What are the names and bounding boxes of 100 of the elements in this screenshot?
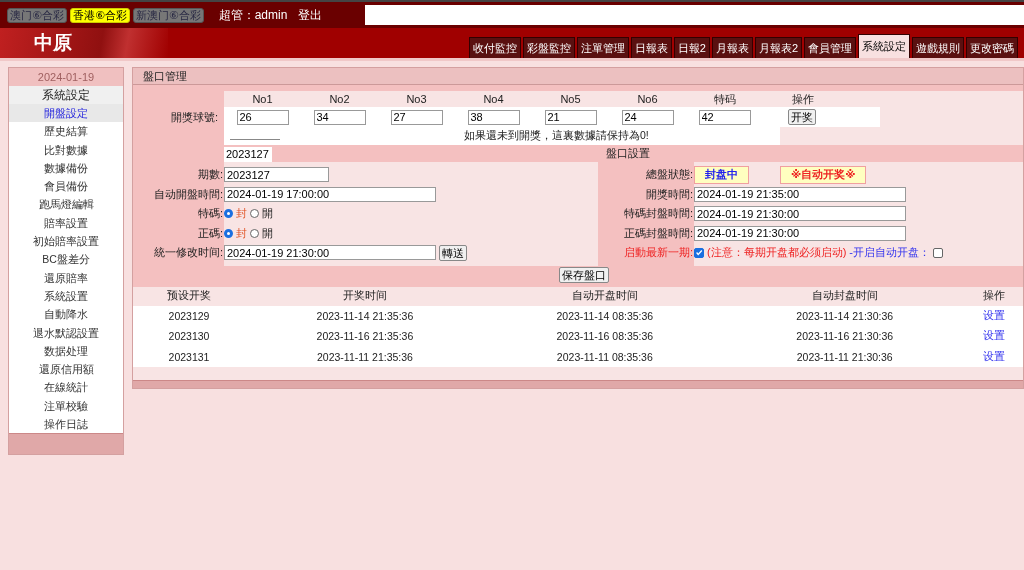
field-label: 自动開盤時間: <box>152 186 224 202</box>
sidebar-item[interactable]: 跑馬燈編輯 <box>9 195 123 214</box>
ball-number-field[interactable]: 24 <box>621 109 674 125</box>
text-field[interactable]: 2024-01-19 21:35:00 <box>694 186 906 202</box>
user-label: 超管：admin <box>218 6 288 24</box>
sidebar-item[interactable]: 自動降水 <box>9 305 123 324</box>
column-header: No1 <box>251 93 274 105</box>
nav-tab[interactable]: 彩盤監控 <box>522 37 575 58</box>
table-cell: 2023-11-14 21:35:36 <box>245 305 485 326</box>
sidebar-item[interactable]: 歷史結算 <box>9 122 123 141</box>
radio-label: 開 <box>262 225 273 241</box>
field-label: 期數: <box>196 167 224 183</box>
ball-number-field[interactable]: 26 <box>236 109 289 125</box>
section-title: 盤口設置 <box>604 147 651 161</box>
nav-tab[interactable]: 更改密碼 <box>966 37 1018 58</box>
column-header: 操作 <box>791 91 815 107</box>
ball-number-field[interactable]: 21 <box>544 109 597 125</box>
field-label: 特碼封盤時間: <box>622 206 694 222</box>
text-field[interactable]: 2024-01-19 21:30:00 <box>694 206 906 222</box>
sidebar-item[interactable]: 注單校驗 <box>9 396 123 416</box>
sidebar-item[interactable]: 還原賠率 <box>9 268 123 287</box>
table-cell: 2023131 <box>133 346 245 367</box>
sidebar-item[interactable]: 數據備份 <box>9 158 123 178</box>
table-cell: 2023-11-16 21:35:36 <box>245 326 485 347</box>
logout-link[interactable]: 登出 <box>298 6 323 24</box>
sidebar-item[interactable]: 開盤設定 <box>9 104 123 123</box>
ball-number-field[interactable]: 34 <box>313 109 366 125</box>
nav-tab[interactable]: 遊戲規則 <box>912 37 964 58</box>
text-field[interactable]: 2024-01-19 21:30:00 <box>224 245 436 261</box>
sidebar-item[interactable]: 會員備份 <box>9 177 123 196</box>
column-header: No2 <box>328 93 351 105</box>
nav-tab[interactable]: 注單管理 <box>576 37 629 58</box>
radio-label: 封 <box>236 225 247 241</box>
column-header: 特码 <box>712 91 737 107</box>
radio-button[interactable] <box>250 209 259 219</box>
lottery-button[interactable]: 香港⑥合彩 <box>69 7 130 23</box>
ball-number-field[interactable]: 42 <box>698 109 751 125</box>
auto-draw-badge: ※自动开奖※ <box>780 165 867 184</box>
column-header: 自动封盘时间 <box>724 286 965 306</box>
nav-tab[interactable]: 系統設定 <box>858 34 910 58</box>
sidebar-item[interactable]: 在線統計 <box>9 378 123 397</box>
sidebar-item[interactable]: 還原信用額 <box>9 360 123 379</box>
sidebar-item[interactable]: 数据处理 <box>9 341 123 361</box>
sidebar-item[interactable]: BC盤差分 <box>9 250 123 269</box>
sidebar-item[interactable]: 賠率設置 <box>9 213 123 233</box>
sidebar-item[interactable]: 操作日誌 <box>9 415 123 434</box>
checkbox[interactable] <box>694 247 704 258</box>
sidebar-item[interactable]: 初始賠率設置 <box>9 232 123 251</box>
column-header: No3 <box>405 93 428 105</box>
field-label: 統一修改时间: <box>152 245 224 261</box>
nav-tab[interactable]: 日報2 <box>673 37 710 58</box>
nav-tab[interactable]: 會員管理 <box>804 37 856 58</box>
sidebar-item[interactable]: 比對數據 <box>9 140 123 159</box>
column-header: 自动开盘时间 <box>484 286 725 306</box>
notice-text: 如果還未到開獎，這裏數據請保持為0! <box>464 129 649 143</box>
field-label: 特碼: <box>196 206 224 222</box>
text-field[interactable]: 2023127 <box>224 167 329 183</box>
nav-tab[interactable]: 收付監控 <box>468 37 521 58</box>
save-button[interactable]: 保存盤口 <box>559 266 609 283</box>
nav-tab[interactable]: 日報表 <box>630 37 672 58</box>
table-cell: 2023-11-16 08:35:36 <box>484 326 725 347</box>
issue-field[interactable]: 2023127 <box>224 146 272 162</box>
table-cell: 2023-11-11 21:35:36 <box>245 346 485 367</box>
status-badge: 封盘中 <box>694 165 749 184</box>
field-label: -开启自动开盘： <box>849 245 930 261</box>
sidebar-item[interactable]: 系統設置 <box>9 286 123 306</box>
nav-tab[interactable]: 月報表2 <box>754 37 802 58</box>
field-label: 總盤狀態: <box>644 167 694 183</box>
field-label: 開獎球號: <box>170 109 218 125</box>
table-cell: 2023129 <box>133 305 245 326</box>
table-cell: 2023130 <box>133 326 245 347</box>
ball-number-field[interactable]: 38 <box>467 109 520 125</box>
column-header: 开奖时间 <box>245 286 485 306</box>
radio-label: 封 <box>236 206 247 222</box>
panel-title: 盤口管理 <box>133 68 1023 85</box>
column-header: No6 <box>636 93 659 105</box>
radio-button[interactable] <box>250 228 259 238</box>
nav-tab[interactable]: 月報表 <box>711 37 753 58</box>
sidebar-item[interactable]: 退水默認設置 <box>9 323 123 342</box>
send-button[interactable]: 轉送 <box>439 244 467 261</box>
field-label: 正碼封盤時間: <box>622 225 694 241</box>
radio-label: 開 <box>262 206 273 222</box>
column-header: No5 <box>559 93 582 105</box>
radio-button[interactable] <box>224 209 233 219</box>
date-header: 2024-01-19 <box>9 68 123 86</box>
field-label: 启動最新一期: <box>622 245 694 261</box>
sidebar-title: 系統設定 <box>9 86 123 104</box>
text-field[interactable]: 2024-01-19 21:30:00 <box>694 225 906 241</box>
logo-text: 中原 <box>34 31 72 55</box>
column-header: No4 <box>482 93 505 105</box>
radio-button[interactable] <box>224 228 233 238</box>
field-label: 正碼: <box>196 225 224 241</box>
ball-number-field[interactable]: 27 <box>390 109 443 125</box>
notice-text: (注意：每期开盘都必须启动) <box>707 245 847 261</box>
column-header: 操作 <box>964 286 1023 306</box>
column-header: 预设开奖 <box>133 286 245 306</box>
checkbox[interactable] <box>933 247 943 258</box>
draw-button[interactable]: 开奖 <box>787 109 816 125</box>
table-cell: 2023-11-16 21:30:36 <box>724 326 965 347</box>
text-field[interactable]: 2024-01-19 17:00:00 <box>224 186 436 202</box>
